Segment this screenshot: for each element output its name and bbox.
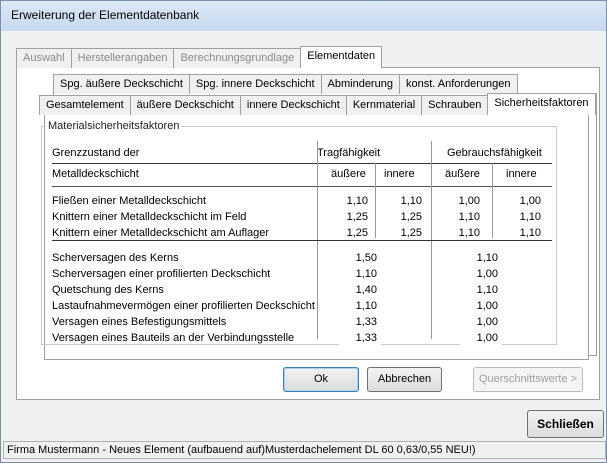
grid-line-4 xyxy=(492,163,493,238)
row-label-fliessen: Fließen einer Metalldeckschicht xyxy=(52,195,207,207)
header-trag-innere: innere xyxy=(384,168,415,180)
value-befestigungsmittel-trag[interactable]: 1,33 xyxy=(339,315,381,329)
value-scherversagen-profil-trag[interactable]: 1,10 xyxy=(339,267,381,281)
header-tragfaehigkeit: Tragfähigkeit xyxy=(317,147,381,159)
row-label-scherversagen-kern: Scherversagen des Kerns xyxy=(52,252,179,264)
subtabs-row-3: Gesamtelement äußere Deckschicht innere … xyxy=(39,93,596,115)
row-label-scherversagen-profil: Scherversagen einer profilierten Decksch… xyxy=(52,268,271,280)
row-label-knittern-feld: Knittern einer Metalldeckschicht im Feld xyxy=(52,211,247,223)
value-quetschung-trag[interactable]: 1,40 xyxy=(339,283,381,297)
ok-button[interactable]: Ok xyxy=(283,367,359,392)
section-divider xyxy=(52,240,552,241)
value-knittern-auflager-geb-innere[interactable]: 1,10 xyxy=(503,226,545,240)
value-knittern-feld-trag-aeussere[interactable]: 1,25 xyxy=(330,210,372,224)
abbrechen-button[interactable]: Abbrechen xyxy=(367,367,442,392)
row-label-quetschung: Quetschung des Kerns xyxy=(52,284,164,296)
tab-gesamtelement[interactable]: Gesamtelement xyxy=(39,95,131,115)
value-knittern-feld-geb-aeussere[interactable]: 1,10 xyxy=(442,210,484,224)
value-fliessen-trag-innere[interactable]: 1,10 xyxy=(384,194,426,208)
value-knittern-feld-trag-innere[interactable]: 1,25 xyxy=(384,210,426,224)
value-befestigungsmittel-geb[interactable]: 1,00 xyxy=(460,315,502,329)
value-scherversagen-kern-geb[interactable]: 1,10 xyxy=(460,251,502,265)
tab-abminderung[interactable]: Abminderung xyxy=(320,74,400,94)
value-verbindungsstelle-trag[interactable]: 1,33 xyxy=(339,331,381,345)
main-tabstrip: Auswahl Herstellerangaben Berechnungsgru… xyxy=(16,46,383,68)
subtabs-row-2: Spg. äußere Deckschicht Spg. innere Deck… xyxy=(53,74,518,94)
tab-innere-deckschicht[interactable]: innere Deckschicht xyxy=(239,95,347,115)
header-grenzzustand: Grenzzustand der xyxy=(52,147,140,159)
value-lastaufnahme-geb[interactable]: 1,00 xyxy=(460,299,502,313)
value-scherversagen-kern-trag[interactable]: 1,50 xyxy=(339,251,381,265)
group-title: Materialsicherheitsfaktoren xyxy=(48,120,180,132)
value-knittern-auflager-trag-innere[interactable]: 1,25 xyxy=(384,226,426,240)
row-label-verbindungsstelle: Versagen eines Bauteils an der Verbindun… xyxy=(52,332,295,344)
tab-auswahl[interactable]: Auswahl xyxy=(16,48,72,68)
header-metalldeckschicht: Metalldeckschicht xyxy=(52,168,139,180)
dialog-window: Erweiterung der Elementdatenbank Auswahl… xyxy=(0,0,607,463)
value-verbindungsstelle-geb[interactable]: 1,00 xyxy=(460,331,502,345)
window-title: Erweiterung der Elementdatenbank xyxy=(11,8,200,22)
tab-herstellerangaben[interactable]: Herstellerangaben xyxy=(70,48,175,68)
header-geb-aeussere: äußere xyxy=(445,168,480,180)
schliessen-button[interactable]: Schließen xyxy=(527,410,604,438)
value-fliessen-geb-innere[interactable]: 1,00 xyxy=(503,194,545,208)
value-scherversagen-profil-geb[interactable]: 1,00 xyxy=(460,267,502,281)
header-gebrauchsfaehigkeit: Gebrauchsfähigkeit xyxy=(447,147,542,159)
row-label-knittern-auflager: Knittern einer Metalldeckschicht am Aufl… xyxy=(52,227,270,239)
value-knittern-auflager-geb-aeussere[interactable]: 1,10 xyxy=(442,226,484,240)
row-label-lastaufnahme: Lastaufnahmevermögen einer profilierten … xyxy=(52,300,315,312)
querschnittswerte-button[interactable]: Querschnittswerte > xyxy=(473,367,583,392)
tab-konst-anforderungen[interactable]: konst. Anforderungen xyxy=(398,74,518,94)
tab-aeussere-deckschicht[interactable]: äußere Deckschicht xyxy=(129,95,241,115)
tab-spg-innere-deckschicht[interactable]: Spg. innere Deckschicht xyxy=(188,74,322,94)
tab-spg-aeussere-deckschicht[interactable]: Spg. äußere Deckschicht xyxy=(53,74,190,94)
tab-berechnungsgrundlage[interactable]: Berechnungsgrundlage xyxy=(173,48,302,68)
tab-sicherheitsfaktoren[interactable]: Sicherheitsfaktoren xyxy=(487,93,596,115)
header-geb-innere: innere xyxy=(506,168,537,180)
header-bottom-line xyxy=(52,186,552,187)
value-knittern-feld-geb-innere[interactable]: 1,10 xyxy=(503,210,545,224)
header-divider xyxy=(52,163,552,164)
status-bar: Firma Mustermann - Neues Element (aufbau… xyxy=(3,441,606,459)
header-trag-aeussere: äußere xyxy=(331,168,366,180)
value-lastaufnahme-trag[interactable]: 1,10 xyxy=(339,299,381,313)
grid-line-2 xyxy=(375,163,376,238)
tab-elementdaten[interactable]: Elementdaten xyxy=(300,46,383,68)
value-fliessen-trag-aeussere[interactable]: 1,10 xyxy=(330,194,372,208)
tab-kernmaterial[interactable]: Kernmaterial xyxy=(345,95,423,115)
value-fliessen-geb-aeussere[interactable]: 1,00 xyxy=(442,194,484,208)
value-quetschung-geb[interactable]: 1,10 xyxy=(460,283,502,297)
row-label-befestigungsmittel: Versagen eines Befestigungsmittels xyxy=(52,316,227,328)
value-knittern-auflager-trag-aeussere[interactable]: 1,25 xyxy=(330,226,372,240)
tab-schrauben[interactable]: Schrauben xyxy=(421,95,489,115)
title-bar: Erweiterung der Elementdatenbank xyxy=(1,1,606,31)
